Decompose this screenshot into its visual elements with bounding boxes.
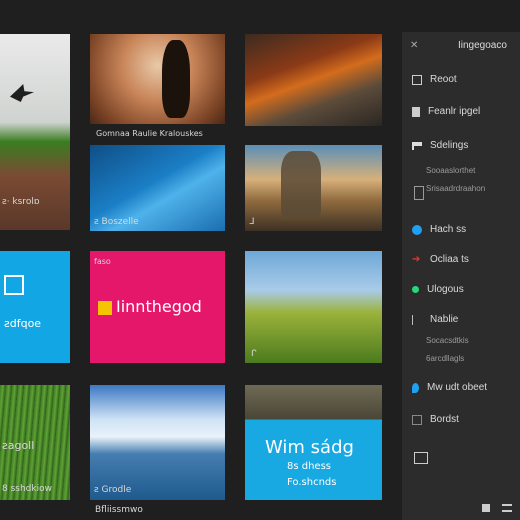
panel-sub-1: Sooaaslorthet (426, 166, 476, 175)
square-icon (412, 414, 422, 425)
side-panel: ✕ Iingegoaco Reoot Feanlr ipgel Sdelings… (402, 32, 520, 520)
tile-12-line2: 8s dhess (287, 461, 332, 472)
tile-5-label: ƨ Boszelle (94, 217, 139, 227)
bracket-icon (412, 314, 422, 325)
panel-item-label: Nablie (430, 314, 459, 325)
panel-item-label: Ocliaa ts (430, 254, 469, 265)
checkbox-icon[interactable] (414, 186, 424, 200)
tile-1-label: ƨ· ksrolɒ (2, 197, 40, 207)
tile-6-label: ᒧ (249, 217, 255, 227)
back-icon[interactable]: ✕ (410, 40, 418, 51)
tile-5[interactable]: ƨ Boszelle (90, 145, 225, 231)
screen-icon[interactable] (414, 452, 428, 464)
green-dot-icon (412, 286, 419, 293)
panel-item-nablie[interactable]: Nablie (412, 314, 458, 325)
page-icon (412, 106, 420, 117)
panel-item-help[interactable]: Feanlr ipgel (412, 106, 480, 117)
bird-silhouette (10, 84, 34, 102)
tile-3[interactable] (245, 34, 382, 126)
panel-item-label: Reoot (430, 74, 457, 85)
tile-10-label: ƨagoll (2, 439, 35, 452)
panel-item-logs[interactable]: Ulogous (412, 284, 464, 295)
panel-item-options[interactable]: ➔ Ocliaa ts (412, 254, 469, 265)
red-arrow-icon: ➔ (412, 253, 421, 265)
tile-7-label: ƨdfqoe (4, 317, 42, 330)
menu-icon[interactable] (502, 504, 512, 512)
office-icon (98, 301, 112, 315)
panel-item-hash[interactable]: Hach ss (412, 224, 466, 235)
panel-item-settings[interactable]: Sdelings (412, 140, 468, 151)
tile-8[interactable]: faso Iinnthegod (90, 251, 225, 363)
window-icon (412, 74, 422, 85)
grid-icon[interactable] (482, 504, 490, 512)
tile-12-label: Wim sádg (265, 437, 354, 458)
panel-item-label: Mw udt obeet (427, 382, 488, 393)
blue-dot-icon (412, 224, 422, 235)
app-icon (4, 275, 24, 295)
bottom-caption: Bfliissmwo (95, 505, 143, 515)
tile-10[interactable]: ƨagoll 8 sshdkiow (0, 385, 70, 500)
panel-sub-3: Socacsdtkis (426, 336, 469, 345)
panel-item-reboot[interactable]: Reoot (412, 74, 457, 85)
panel-item-label: Sdelings (430, 140, 469, 151)
tile-9-label: ᒋ (251, 349, 257, 359)
tile-9[interactable]: ᒋ (245, 251, 382, 363)
panel-item-label: Bordst (430, 414, 459, 425)
tile-12[interactable]: Wim sádg 8s dhess Fo.shcnds (245, 385, 382, 500)
tile-2[interactable] (90, 34, 225, 124)
tile-11-label: ƨ Grodle (94, 485, 132, 495)
panel-item-label: Feanlr ipgel (428, 106, 481, 117)
tile-6[interactable]: ᒧ (245, 145, 382, 231)
panel-item-label: Hach ss (430, 224, 467, 235)
tile-2-label: Gomnaa Raulie Kralouskes (96, 129, 203, 138)
tile-7[interactable]: ƨdfqoe (0, 251, 70, 363)
panel-sub-4: 6arcdllagls (426, 354, 465, 363)
tile-11[interactable]: ƨ Grodle (90, 385, 225, 500)
tile-12-line3: Fo.shcnds (287, 477, 337, 488)
tile-10-sublabel: 8 sshdkiow (2, 484, 52, 494)
panel-item-doriing[interactable]: Mw udt obeet (412, 382, 487, 393)
panel-sub-2: Srisaadrdraahon (426, 184, 486, 193)
tile-8-sublabel: faso (94, 257, 111, 266)
tile-8-label: Iinnthegod (116, 297, 202, 316)
drop-icon (412, 382, 419, 393)
figure-silhouette (162, 40, 190, 118)
mech-figure (281, 151, 321, 217)
flag-icon (412, 141, 422, 150)
panel-item-bordst[interactable]: Bordst (412, 414, 459, 425)
panel-item-label: Ulogous (427, 284, 464, 295)
panel-title: Iingegoaco (458, 40, 507, 51)
